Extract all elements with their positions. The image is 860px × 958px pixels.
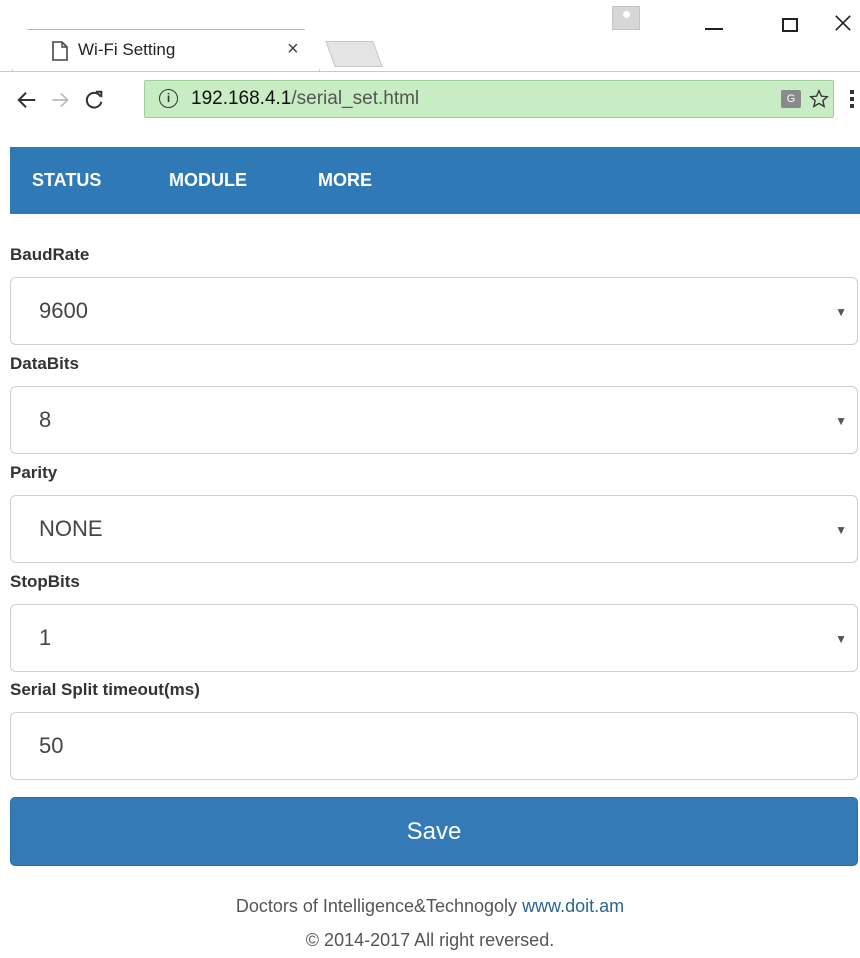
tab-strip: Wi-Fi Setting ×: [0, 0, 860, 71]
nav-item-status[interactable]: STATUS: [32, 170, 101, 191]
parity-value: NONE: [39, 516, 103, 541]
back-icon[interactable]: [16, 89, 38, 111]
baudrate-label: BaudRate: [10, 245, 90, 264]
parity-select[interactable]: NONE ▼: [10, 495, 858, 563]
nav-item-more[interactable]: MORE: [318, 170, 372, 191]
chevron-down-icon: ▼: [835, 632, 847, 646]
browser-chrome: Wi-Fi Setting × i 192.168.4.1/serial_set…: [0, 0, 860, 128]
translate-icon[interactable]: G: [781, 90, 801, 108]
split-timeout-label: Serial Split timeout(ms): [10, 680, 200, 699]
browser-toolbar: i 192.168.4.1/serial_set.html G: [0, 71, 860, 128]
info-icon[interactable]: i: [159, 89, 178, 108]
stopbits-label: StopBits: [10, 572, 80, 591]
nav-item-module[interactable]: MODULE: [169, 170, 247, 191]
baudrate-select[interactable]: 9600 ▼: [10, 277, 858, 345]
footer-text: Doctors of Intelligence&Technogoly: [235, 896, 523, 916]
reload-icon[interactable]: [83, 89, 105, 111]
minimize-icon[interactable]: [705, 28, 723, 30]
footer-link[interactable]: www.doit.am: [522, 896, 624, 916]
chevron-down-icon: ▼: [835, 523, 847, 537]
star-icon[interactable]: [809, 89, 829, 109]
maximize-icon[interactable]: [782, 18, 798, 32]
url-text[interactable]: 192.168.4.1/serial_set.html: [191, 88, 419, 110]
url-host: 192.168.4.1: [191, 88, 292, 109]
chevron-down-icon: ▼: [835, 414, 847, 428]
tab-title: Wi-Fi Setting: [78, 40, 176, 59]
save-button[interactable]: Save: [10, 797, 858, 866]
page-icon: [52, 41, 68, 61]
top-navbar: STATUS MODULE MORE: [10, 147, 860, 214]
split-timeout-input[interactable]: 50: [10, 712, 858, 780]
address-bar[interactable]: i 192.168.4.1/serial_set.html G: [144, 80, 834, 118]
stopbits-select[interactable]: 1 ▼: [10, 604, 858, 672]
databits-select[interactable]: 8 ▼: [10, 386, 858, 454]
forward-icon[interactable]: [50, 90, 70, 110]
parity-label: Parity: [10, 463, 58, 482]
close-icon[interactable]: [834, 14, 852, 32]
databits-label: DataBits: [10, 354, 79, 373]
url-path: /serial_set.html: [291, 88, 420, 109]
profile-icon[interactable]: [612, 6, 640, 30]
split-timeout-value: 50: [39, 733, 64, 758]
tab-close-icon[interactable]: ×: [287, 38, 299, 61]
menu-icon[interactable]: [850, 90, 854, 111]
chevron-down-icon: ▼: [835, 305, 847, 319]
stopbits-value: 1: [39, 625, 52, 650]
baudrate-value: 9600: [39, 298, 88, 323]
databits-value: 8: [39, 407, 52, 432]
footer-credit: Doctors of Intelligence&Technogoly www.d…: [0, 896, 860, 917]
new-tab-button[interactable]: [325, 41, 383, 67]
footer-copyright: © 2014-2017 All right reversed.: [305, 930, 555, 950]
